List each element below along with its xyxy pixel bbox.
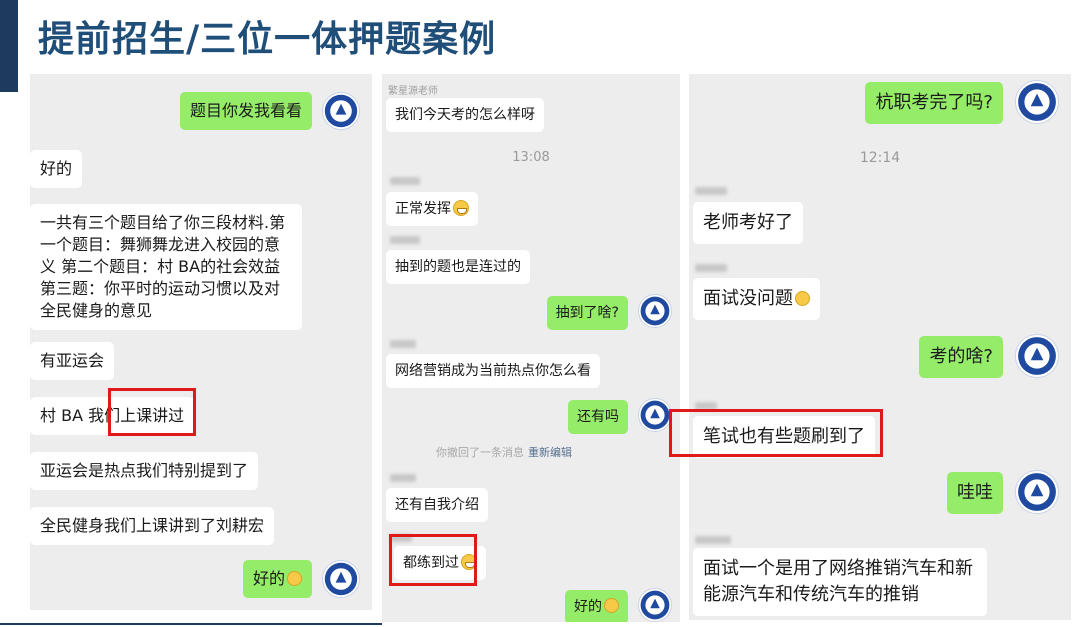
re-edit-link[interactable]: 重新编辑	[528, 446, 572, 459]
blurred-sender-name	[695, 264, 727, 272]
message-bubble-sent: 好的	[565, 590, 628, 622]
message-text: 题目你发我看看	[189, 101, 302, 120]
message-text: 好的	[252, 569, 285, 588]
message-text: 考的啥?	[929, 346, 993, 367]
message-bubble-sent: 抽到了啥?	[546, 296, 628, 330]
message-bubble-received: 网络营销成为当前热点你怎么看	[386, 354, 600, 388]
message-bubble-sent: 考的啥?	[919, 336, 1003, 378]
slide-title: 提前招生/三位一体押题案例	[38, 18, 497, 60]
message-bubble-sent: 还有吗	[568, 400, 628, 434]
grinning-face-icon	[453, 200, 469, 216]
school-emblem-avatar-icon	[638, 294, 672, 328]
ok-hand-icon	[287, 571, 302, 586]
blurred-sender-name	[695, 402, 717, 410]
message-bubble-received: 面试没问题	[693, 278, 820, 320]
message-bubble-received: 一共有三个题目给了你三段材料.第一个题目：舞狮舞龙进入校园的意义 第二个题目：村…	[30, 204, 302, 330]
message-bubble-received: 全民健身我们上课讲到了刘耕宏	[30, 507, 275, 545]
chat-screenshot-1: 题目你发我看看 好的 一共有三个题目给了你三段材料.第一个题目：舞狮舞龙进入校园…	[30, 74, 372, 610]
recall-notice-text: 你撤回了一条消息	[436, 446, 524, 459]
school-emblem-avatar-icon	[1015, 80, 1059, 124]
sender-name: 繁星源老师	[388, 86, 438, 97]
message-text: 老师考好了	[703, 212, 793, 233]
title-accent-bar	[0, 0, 18, 92]
school-emblem-avatar-icon	[322, 92, 360, 130]
blurred-sender-name	[390, 474, 416, 482]
blurred-sender-name	[390, 177, 420, 185]
message-text: 都练到过	[403, 555, 459, 571]
message-text: 正常发挥	[395, 201, 451, 217]
message-bubble-received: 有亚运会	[30, 342, 115, 380]
chat-timestamp: 13:08	[512, 150, 550, 165]
message-bubble-received: 好的	[30, 150, 83, 188]
school-emblem-avatar-icon	[1015, 334, 1059, 378]
school-emblem-avatar-icon	[638, 398, 672, 432]
message-text: 全民健身我们上课讲到了刘耕宏	[40, 516, 265, 535]
message-bubble-received: 我们今天考的怎么样呀	[386, 98, 544, 132]
message-text: 还有吗	[577, 409, 619, 425]
message-bubble-received: 都练到过	[394, 546, 486, 580]
blurred-sender-name	[695, 536, 731, 544]
blurred-sender-name	[695, 187, 727, 195]
message-bubble-received: 亚运会是热点我们特别提到了	[30, 452, 259, 490]
chat-screenshot-3: 杭职考完了吗? 12:14 老师考好了 面试没问题 考的啥? 笔试也有些题刷到了…	[689, 74, 1071, 620]
message-text: 还有自我介绍	[395, 497, 479, 513]
ok-hand-icon	[604, 598, 619, 613]
message-text: 哇哇	[957, 482, 993, 503]
ok-hand-icon	[795, 291, 810, 306]
message-bubble-received: 抽到的题也是连过的	[386, 250, 530, 284]
bottom-divider	[0, 623, 382, 625]
school-emblem-avatar-icon	[322, 560, 360, 598]
message-text: 好的	[574, 599, 602, 615]
message-text: 好的	[40, 159, 73, 178]
message-text: 有亚运会	[40, 351, 105, 370]
message-bubble-received: 老师考好了	[693, 202, 803, 244]
message-bubble-received: 笔试也有些题刷到了	[693, 416, 875, 458]
school-emblem-avatar-icon	[638, 588, 672, 622]
message-text: 面试没问题	[703, 288, 793, 309]
message-text: 杭职考完了吗?	[875, 92, 993, 113]
message-text: 抽到了啥?	[555, 305, 619, 321]
message-bubble-received: 正常发挥	[386, 192, 478, 226]
message-bubble-received: 还有自我介绍	[386, 488, 488, 522]
message-text: 面试一个是用了网络推销汽车和新能源汽车和传统汽车的推销	[703, 558, 973, 605]
message-bubble-received: 村 BA 我们上课讲过	[30, 397, 195, 435]
grinning-face-icon	[461, 554, 477, 570]
message-text: 我们今天考的怎么样呀	[395, 107, 535, 123]
message-text: 一共有三个题目给了你三段材料.第一个题目：舞狮舞龙进入校园的意义 第二个题目：村…	[40, 213, 286, 320]
recall-notice: 你撤回了一条消息 重新编辑	[436, 444, 572, 460]
message-text: 抽到的题也是连过的	[395, 259, 521, 275]
message-bubble-sent: 好的	[242, 560, 312, 598]
chat-screenshot-2: 繁星源老师 我们今天考的怎么样呀 13:08 正常发挥 抽到的题也是连过的 抽到…	[382, 74, 680, 622]
message-bubble-received: 面试一个是用了网络推销汽车和新能源汽车和传统汽车的推销	[693, 548, 987, 616]
blurred-sender-name	[390, 534, 412, 542]
blurred-sender-name	[390, 340, 416, 348]
message-text: 村 BA 我们上课讲过	[40, 406, 185, 425]
blurred-sender-name	[390, 236, 420, 244]
chat-timestamp: 12:14	[859, 150, 901, 166]
message-text: 网络营销成为当前热点你怎么看	[395, 363, 591, 379]
message-bubble-sent: 哇哇	[947, 472, 1003, 514]
message-bubble-sent: 题目你发我看看	[179, 92, 312, 130]
message-text: 亚运会是热点我们特别提到了	[40, 461, 249, 480]
school-emblem-avatar-icon	[1015, 470, 1059, 514]
message-text: 笔试也有些题刷到了	[703, 426, 865, 447]
message-bubble-sent: 杭职考完了吗?	[865, 82, 1003, 124]
